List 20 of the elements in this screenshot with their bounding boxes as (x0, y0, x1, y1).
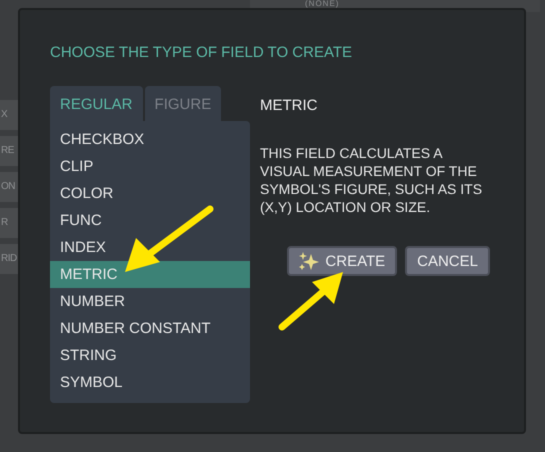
list-item[interactable]: NUMBER (50, 288, 250, 315)
list-item[interactable]: COLOR (50, 180, 250, 207)
tab[interactable]: REGULAR (50, 86, 143, 121)
list-item[interactable]: INDEX (50, 234, 250, 261)
dialog-title: CHOOSE THE TYPE OF FIELD TO CREATE (50, 44, 352, 61)
tab[interactable]: FIGURE (144, 86, 222, 121)
list-item[interactable]: FUNC (50, 207, 250, 234)
sparkle-icon (299, 252, 320, 270)
field-type-name: METRIC (260, 97, 318, 114)
field-value: (NONE) (305, 0, 340, 8)
arrow-drawing (278, 272, 343, 330)
field-description: THIS FIELD CALCULATES A VISUAL MEASUREMENT OF THE SYMBOL'S FIGURE, SUCH AS ITS (X,Y) LOCATION OR SIZE. (260, 144, 484, 216)
list-item[interactable]: NUMBER CONSTANT (50, 315, 250, 342)
cancel-button[interactable]: CANCEL (405, 246, 490, 276)
list-item[interactable]: CHECKBOX (50, 126, 250, 153)
list-item[interactable]: METRIC (50, 261, 250, 288)
list-item[interactable]: STRING (50, 342, 250, 369)
create-button[interactable]: CREATE (287, 246, 398, 276)
list-item[interactable]: CLIP (50, 153, 250, 180)
list-item[interactable]: SYMBOL (50, 369, 250, 396)
